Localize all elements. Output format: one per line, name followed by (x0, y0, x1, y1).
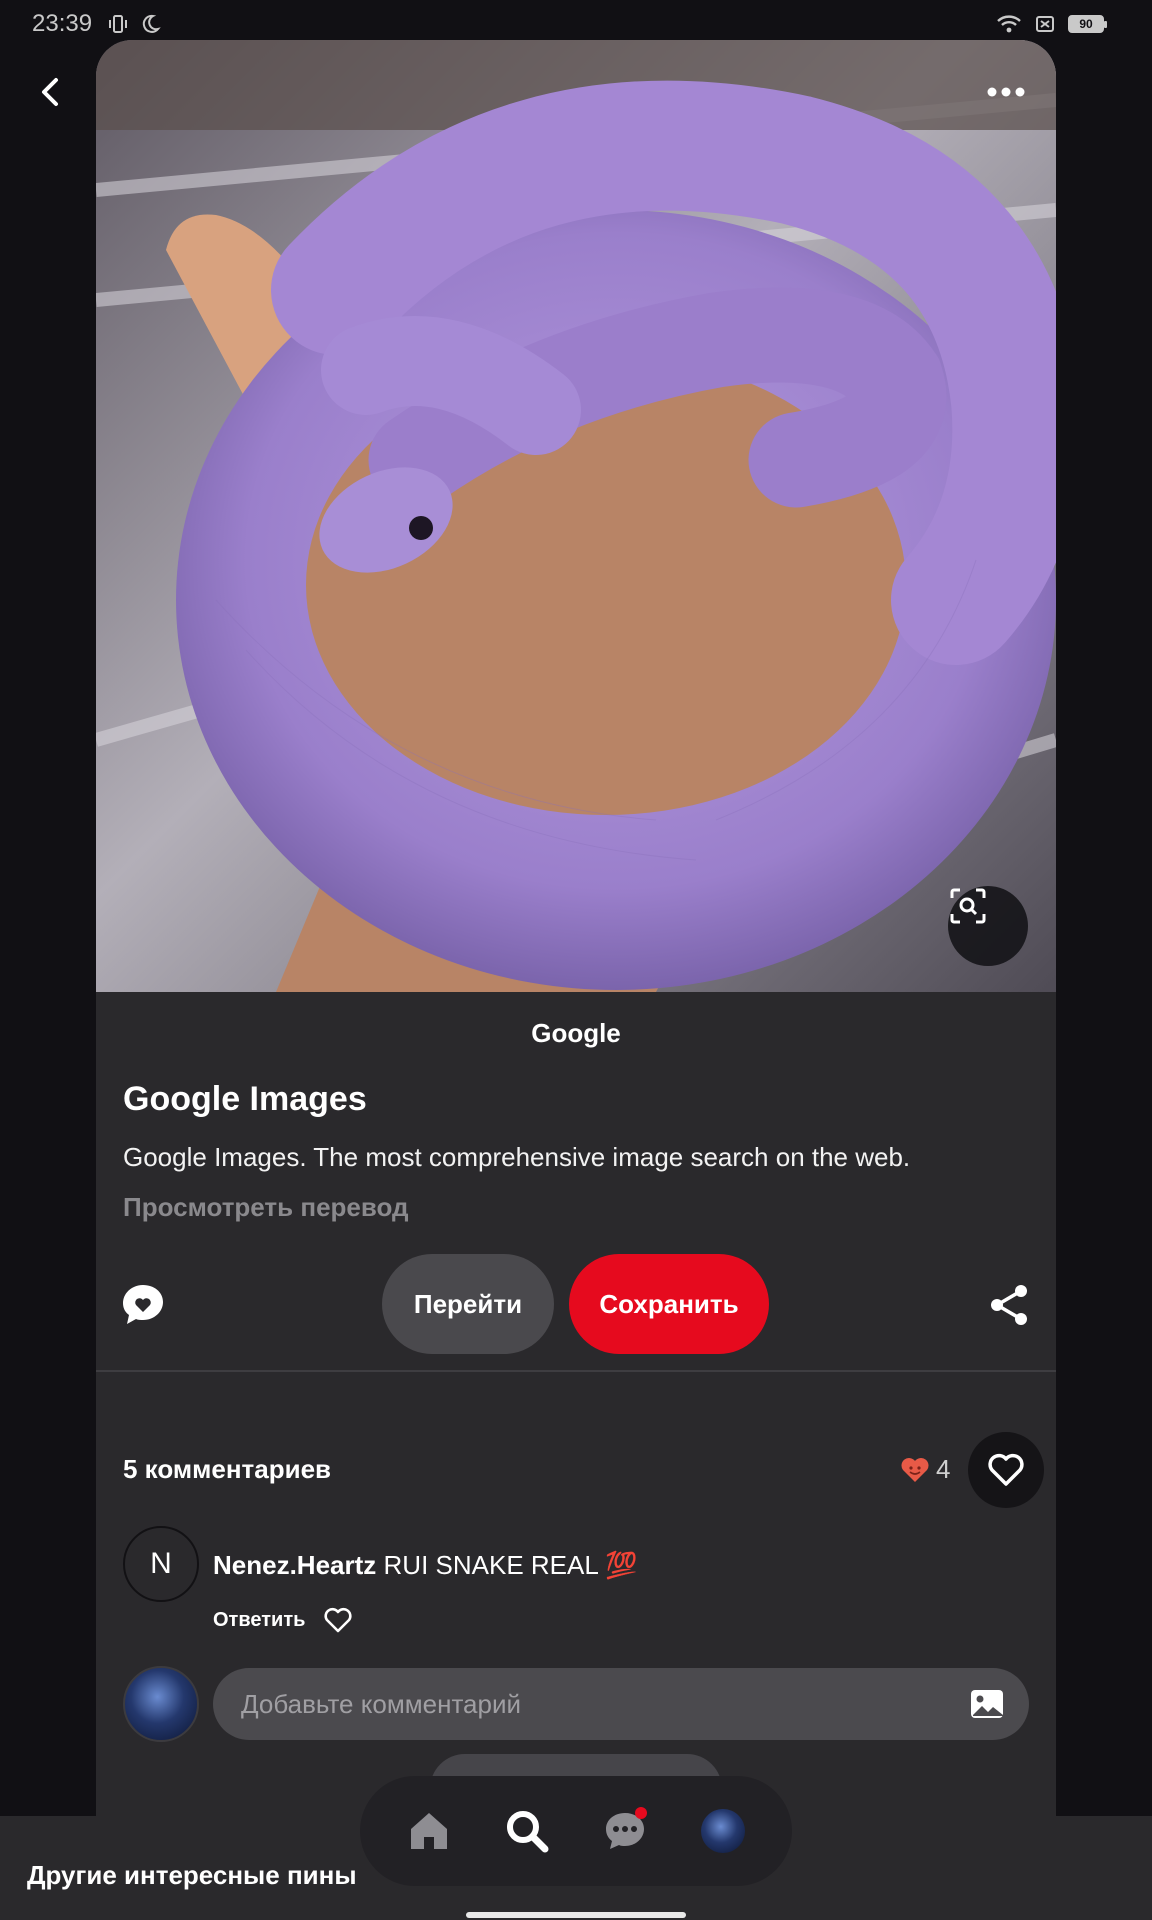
home-icon (411, 1813, 447, 1849)
image-icon (971, 1690, 1003, 1718)
comment-text: Nenez.Heartz RUI SNAKE REAL 💯 (213, 1550, 637, 1581)
comment-body: RUI SNAKE REAL 💯 (383, 1550, 638, 1580)
vibrate-icon (109, 15, 127, 33)
user-avatar[interactable] (123, 1666, 199, 1742)
pin-source[interactable]: Google (96, 1018, 1056, 1049)
avatar[interactable]: N (123, 1526, 199, 1602)
nav-profile[interactable] (693, 1801, 753, 1861)
heart-outline-icon (988, 1453, 1024, 1486)
more-pins-title: Другие интересные пины (27, 1860, 357, 1890)
comment-button[interactable] (120, 1282, 166, 1328)
notification-dot (635, 1807, 647, 1819)
back-button[interactable] (28, 70, 72, 114)
list-item: N Nenez.Heartz RUI SNAKE REAL 💯 Ответить (123, 1526, 1023, 1636)
chevron-left-icon (42, 78, 58, 106)
comment-author[interactable]: Nenez.Heartz (213, 1550, 376, 1580)
reactions[interactable]: 4 (900, 1454, 950, 1485)
more-dots-icon (987, 87, 1025, 97)
like-pin-button[interactable] (968, 1432, 1044, 1508)
visit-button[interactable]: Перейти (382, 1254, 554, 1354)
heart-reaction-icon (901, 1457, 929, 1482)
status-time: 23:39 (32, 10, 93, 37)
save-button[interactable]: Сохранить (569, 1254, 769, 1354)
comment-actions: Ответить (213, 1606, 353, 1634)
reply-button[interactable]: Ответить (213, 1609, 305, 1632)
search-icon (507, 1811, 549, 1853)
home-indicator[interactable] (466, 1912, 686, 1918)
share-icon (991, 1285, 1027, 1325)
action-row: Перейти Сохранить (96, 1254, 1056, 1354)
battery-icon: 90 (1068, 15, 1107, 33)
visual-search-icon (950, 888, 986, 924)
no-sim-icon (1036, 16, 1054, 32)
pin-card: Google Google Images Google Images. The … (96, 40, 1056, 1920)
share-button[interactable] (986, 1282, 1032, 1328)
comment-input[interactable] (213, 1668, 1029, 1740)
add-comment-row (123, 1666, 1029, 1742)
divider (96, 1370, 1056, 1372)
pin-image[interactable] (96, 40, 1056, 992)
comment-like-icon[interactable] (323, 1606, 353, 1634)
reaction-count: 4 (936, 1454, 951, 1484)
moon-icon (142, 14, 161, 33)
nav-home[interactable] (399, 1801, 459, 1861)
pin-title: Google Images (123, 1080, 367, 1118)
attach-image-button[interactable] (969, 1686, 1005, 1722)
pin-description: Google Images. The most comprehensive im… (123, 1142, 911, 1172)
nav-search[interactable] (497, 1801, 557, 1861)
wifi-icon (997, 15, 1021, 33)
snake-photo (96, 40, 1056, 992)
more-options-button[interactable] (980, 70, 1032, 114)
comments-count: 5 комментариев (123, 1454, 332, 1484)
visual-search-button[interactable] (948, 886, 1028, 966)
bottom-nav (360, 1776, 792, 1886)
translate-link[interactable]: Просмотреть перевод (123, 1192, 409, 1223)
chat-bubble-heart-icon (123, 1285, 163, 1324)
profile-avatar (701, 1809, 745, 1853)
nav-messages[interactable] (595, 1801, 655, 1861)
